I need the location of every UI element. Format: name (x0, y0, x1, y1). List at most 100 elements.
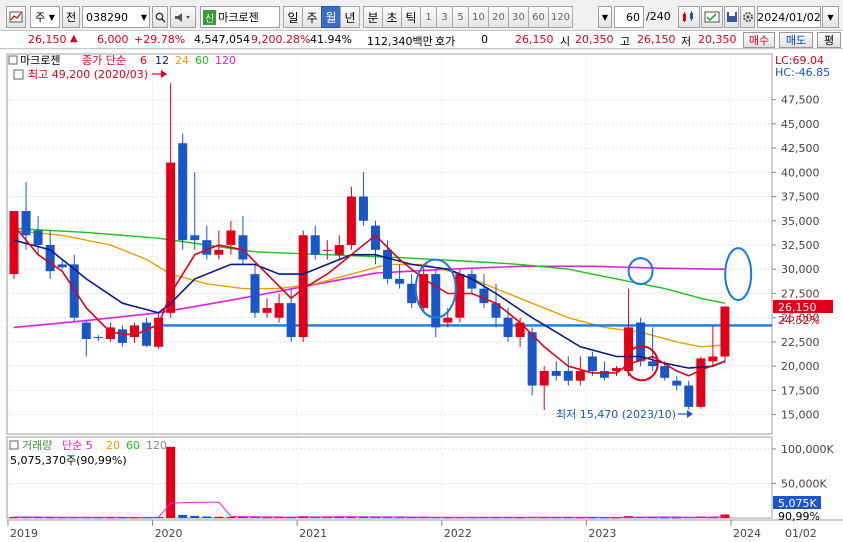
price-change: 6,000 (97, 33, 129, 46)
low-price: 20,350 (698, 33, 737, 46)
turnover-pct: 41.94% (310, 33, 352, 46)
candle-body (431, 274, 441, 328)
high-label: 고 (620, 35, 631, 48)
price-tick-label: 27,500 (781, 287, 820, 300)
time-tick-label: 2023 (588, 527, 616, 540)
chevron-down-icon: ▼ (140, 12, 147, 22)
price-tick-label: 32,500 (781, 239, 820, 252)
interval-30[interactable]: 30 (508, 6, 529, 28)
stock-chart[interactable]: 15,00017,50020,00022,50025,00027,50030,0… (0, 50, 843, 542)
candle-body (238, 235, 248, 260)
chart-menu-icon[interactable] (6, 6, 26, 28)
volume-bar (190, 515, 200, 518)
toolbar: 주 ▼ 전 038290 ▼ 신 마크로젠 일 주 월 년 분 초 틱 1 3 … (0, 0, 843, 34)
stock-prefix-badge: 신 (203, 9, 217, 25)
volume-legend-120: 120 (146, 439, 167, 452)
candle-body (334, 245, 344, 255)
chevron-down-icon[interactable]: ▼ (822, 6, 839, 28)
candle-body (395, 278, 405, 284)
candle-body (708, 356, 718, 362)
chevron-down-icon[interactable]: ▼ (598, 6, 612, 28)
trade-amount: 112,340백만 (367, 35, 433, 48)
low-annotation: 최저 15,470 (2023/10) (556, 408, 676, 421)
price-tick-label: 45,000 (781, 118, 820, 131)
legend-ma24: 24 (175, 54, 189, 67)
volume-bar (202, 516, 212, 518)
volume-legend-ma: 단순 5 (62, 439, 93, 452)
save-icon[interactable] (724, 6, 739, 28)
tab-minute[interactable]: 분 (363, 6, 383, 28)
volume-value: 4,547,054 (194, 33, 250, 46)
volume-legend-60: 60 (126, 439, 140, 452)
time-tick-label: 2024 (733, 527, 761, 540)
candle-body (587, 356, 597, 371)
candle-type-icon[interactable] (678, 6, 700, 28)
candle-body (93, 337, 103, 339)
tab-month[interactable]: 월 (321, 6, 341, 28)
legend-box-icon[interactable] (8, 55, 18, 65)
time-axis: 2019 2020 2021 2022 2023 2024 01/02 (7, 519, 843, 540)
tab-tick[interactable]: 틱 (401, 6, 421, 28)
volume-badge-text: 5,075K (778, 497, 817, 510)
interval-120[interactable]: 120 (548, 6, 573, 28)
time-tick-label: 2019 (10, 527, 38, 540)
annotation-circle (724, 247, 753, 302)
indicator-check-icon[interactable] (701, 6, 723, 28)
volume-tick-label: 50,000K (781, 477, 827, 490)
date-value: 2024/01/02 (757, 10, 821, 24)
candle-body (190, 235, 200, 241)
grid-icon[interactable] (13, 69, 24, 80)
candle-body (33, 230, 43, 245)
legend-box-icon[interactable] (9, 440, 19, 450)
chart-area[interactable]: 15,000 17,500 20,000 22,500 25,000 27,500 30,0… (0, 50, 843, 542)
tab-week[interactable]: 주 (302, 6, 322, 28)
gear-icon[interactable] (740, 6, 755, 28)
speaker-icon[interactable] (170, 6, 196, 28)
market-select[interactable]: 주 ▼ (30, 6, 60, 28)
eval-button[interactable]: 평 (817, 32, 841, 48)
code-input[interactable]: 038290 ▼ (82, 6, 150, 28)
candle-body (575, 371, 585, 381)
date-input[interactable]: 2024/01/02 (757, 6, 821, 28)
price-tick-label: 17,500 (781, 384, 820, 397)
volume-tick-label: 100,000K (781, 443, 834, 456)
tab-day[interactable]: 일 (283, 6, 303, 28)
candle-body (202, 240, 212, 255)
high-price: 26,150 (637, 33, 676, 46)
price-tick-label: 15,000 (781, 409, 820, 422)
candle-body (672, 380, 682, 386)
price-tick-label: 42,500 (781, 142, 820, 155)
price-tick-label: 37,500 (781, 191, 820, 204)
tab-year[interactable]: 년 (340, 6, 360, 28)
interval-20[interactable]: 20 (488, 6, 509, 28)
price-change-pct: +29.78% (134, 33, 186, 46)
interval-5[interactable]: 5 (452, 6, 469, 28)
buy-button[interactable]: 매수 (743, 32, 775, 48)
interval-10[interactable]: 10 (468, 6, 489, 28)
total-count: /240 (646, 10, 671, 23)
kind-button[interactable]: 전 (62, 6, 80, 28)
arrow-up-icon: ▲ (70, 33, 78, 44)
open-label: 시 (560, 35, 571, 48)
interval-tabs: 1 3 5 10 20 30 60 120 (420, 6, 573, 28)
candle-body (286, 303, 296, 338)
tab-second[interactable]: 초 (382, 6, 402, 28)
candles (9, 83, 730, 411)
sell-button[interactable]: 매도 (779, 32, 813, 48)
count-input[interactable]: 60 (614, 6, 644, 28)
candle-body (539, 371, 549, 386)
search-icon[interactable] (152, 6, 168, 28)
interval-3[interactable]: 3 (436, 6, 453, 28)
candle-body (527, 332, 537, 386)
candle-body (154, 317, 164, 347)
candle-body (684, 385, 694, 407)
candle-body (81, 322, 91, 340)
ma120-path (13, 265, 726, 329)
stock-name-field[interactable]: 신 마크로젠 (200, 6, 280, 28)
legend-ma120: 120 (215, 54, 236, 67)
volume-value-text: 5,075,370주(90,99%) (10, 454, 127, 467)
volume-legend-title: 거래량 (22, 439, 52, 452)
candle-body (720, 306, 730, 357)
interval-1[interactable]: 1 (420, 6, 437, 28)
interval-60[interactable]: 60 (528, 6, 549, 28)
